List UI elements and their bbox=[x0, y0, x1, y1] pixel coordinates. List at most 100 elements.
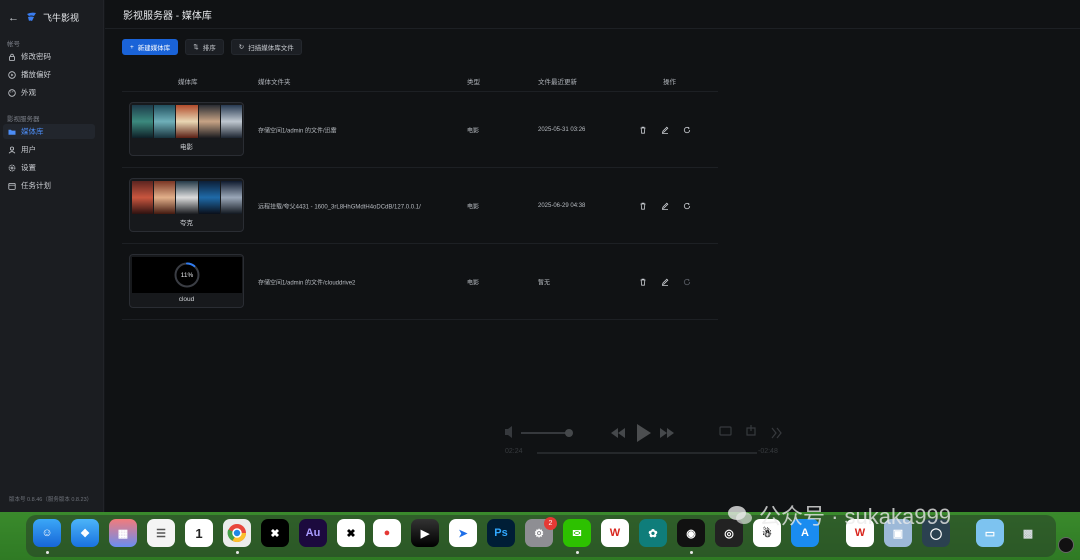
watermark-text: 公众号 · sukaka999 bbox=[759, 504, 951, 529]
trash-can-icon[interactable]: ▩ bbox=[1014, 519, 1042, 547]
trash-icon[interactable] bbox=[639, 126, 647, 134]
table-row[interactable]: 电影 存储空间1/admin 的文件/迅雷 电影 2025-05-31 03:2… bbox=[122, 92, 718, 168]
trash-icon[interactable] bbox=[639, 278, 647, 286]
scan-library-button[interactable]: ↻ 扫描媒体库文件 bbox=[230, 39, 302, 55]
brand-name: 飞牛影视 bbox=[43, 13, 80, 23]
library-name: 夸克 bbox=[180, 220, 193, 227]
scan-label: 扫描媒体库文件 bbox=[248, 45, 294, 52]
sidebar-item-media-library[interactable]: 媒体库 bbox=[3, 124, 95, 139]
finder-icon[interactable]: ☺ bbox=[33, 519, 61, 547]
section-label-server: 影视服务器 bbox=[7, 116, 40, 123]
column-header-library: 媒体库 bbox=[178, 79, 198, 86]
calendar-icon bbox=[8, 182, 16, 190]
page-title: 影视服务器 - 媒体库 bbox=[123, 11, 212, 22]
user-icon bbox=[8, 146, 16, 154]
library-posters bbox=[132, 105, 243, 138]
calendar-app-icon[interactable]: 1 bbox=[185, 519, 213, 547]
gear-icon bbox=[8, 164, 16, 172]
poster-image bbox=[220, 181, 243, 214]
running-indicator bbox=[690, 551, 693, 554]
photoshop-icon[interactable]: Ps bbox=[487, 519, 515, 547]
sidebar-item-label: 媒体库 bbox=[21, 127, 44, 136]
sidebar-item-tasks[interactable]: 任务计划 bbox=[3, 178, 95, 193]
media-player-overlay: 02:24 -02:48 bbox=[497, 417, 789, 467]
trash-icon[interactable] bbox=[639, 202, 647, 210]
apple-app-icon[interactable]: ● bbox=[373, 519, 401, 547]
wps-icon[interactable]: W bbox=[601, 519, 629, 547]
screen-capture-icon[interactable] bbox=[1058, 537, 1074, 553]
sidebar-item-users[interactable]: 用户 bbox=[3, 142, 95, 157]
table-row[interactable]: 夸克 远程挂载/夸父4431 - 1600_3rL8HhGMdtH4oDCdB/… bbox=[122, 168, 718, 244]
library-updated: 2025-05-31 03:26 bbox=[538, 126, 586, 133]
library-name: cloud bbox=[178, 296, 195, 303]
progress-percent: 11% bbox=[180, 271, 194, 279]
player-controls bbox=[505, 424, 782, 442]
final-cut-icon[interactable]: ▶ bbox=[411, 519, 439, 547]
library-card[interactable]: 11% cloud bbox=[129, 254, 244, 308]
table-row[interactable]: 11% cloud 存储空间1/admin 的文件/clouddrive2 电影… bbox=[122, 244, 718, 320]
refresh-icon[interactable] bbox=[683, 202, 691, 210]
row-actions bbox=[639, 126, 691, 134]
edit-icon[interactable] bbox=[661, 278, 669, 286]
running-indicator bbox=[46, 551, 49, 554]
sidebar-item-playback[interactable]: 播放偏好 bbox=[3, 67, 95, 82]
library-updated: 暂无 bbox=[538, 280, 551, 286]
new-library-label: 新建媒体库 bbox=[137, 45, 171, 52]
back-arrow-icon[interactable]: ← bbox=[8, 12, 20, 24]
column-header-actions: 操作 bbox=[663, 79, 676, 86]
browser-icon[interactable]: ➤ bbox=[449, 519, 477, 547]
reminders-icon[interactable]: ☰ bbox=[147, 519, 175, 547]
sidebar-item-change-password[interactable]: 修改密码 bbox=[3, 49, 95, 64]
edit-icon[interactable] bbox=[661, 202, 669, 210]
sidebar: ← 飞牛影视 帐号 修改密码 播放偏好 外观 影视服务器 媒体库 用户 设置 任… bbox=[0, 0, 104, 512]
poster-image bbox=[132, 105, 154, 138]
downloads-folder-icon[interactable]: ▭ bbox=[976, 519, 1004, 547]
sidebar-item-appearance[interactable]: 外观 bbox=[3, 85, 95, 100]
sort-button[interactable]: ⇅ 排序 bbox=[185, 39, 224, 55]
sidebar-item-label: 外观 bbox=[21, 88, 36, 97]
sidebar-item-settings[interactable]: 设置 bbox=[3, 160, 95, 175]
main-panel: 影视服务器 - 媒体库 + 新建媒体库 ⇅ 排序 ↻ 扫描媒体库文件 媒体库 媒… bbox=[105, 0, 1080, 512]
plus-icon: + bbox=[130, 43, 134, 51]
sort-icon: ⇅ bbox=[193, 44, 199, 51]
safari-icon[interactable]: ❖ bbox=[71, 519, 99, 547]
version-text: 版本号 0.8.46（服务版本 0.8.23） bbox=[9, 497, 93, 503]
library-type: 电影 bbox=[467, 204, 480, 210]
sort-label: 排序 bbox=[202, 45, 216, 52]
poster-image bbox=[132, 181, 154, 214]
video-recorder-icon[interactable]: ◉ bbox=[677, 519, 705, 547]
player-progress-bar[interactable] bbox=[537, 452, 757, 454]
refresh-icon[interactable] bbox=[683, 126, 691, 134]
new-library-button[interactable]: + 新建媒体库 bbox=[122, 39, 179, 55]
wechat-icon[interactable]: ✉ bbox=[563, 519, 591, 547]
edit-icon[interactable] bbox=[661, 126, 669, 134]
sidebar-item-label: 修改密码 bbox=[21, 52, 51, 61]
sidebar-item-label: 播放偏好 bbox=[21, 70, 51, 79]
lock-icon bbox=[8, 53, 16, 61]
library-card[interactable]: 夸克 bbox=[129, 178, 244, 232]
player-time-elapsed: 02:24 bbox=[505, 448, 523, 455]
poster-image bbox=[220, 105, 243, 138]
app-settings-icon[interactable]: ✿ bbox=[639, 519, 667, 547]
library-folder: 存储空间1/admin 的文件/迅雷 bbox=[258, 128, 337, 134]
library-folder: 存储空间1/admin 的文件/clouddrive2 bbox=[258, 280, 356, 286]
audition-icon[interactable]: Au bbox=[299, 519, 327, 547]
library-card[interactable]: 电影 bbox=[129, 102, 244, 156]
launchpad-icon[interactable]: ▦ bbox=[109, 519, 137, 547]
capcut-icon[interactable]: ✖ bbox=[261, 519, 289, 547]
play-circle-icon bbox=[8, 70, 16, 79]
chrome-icon[interactable] bbox=[223, 519, 251, 547]
column-header-updated: 文件最近更新 bbox=[538, 79, 577, 86]
capcut-alt-icon[interactable]: ✖ bbox=[337, 519, 365, 547]
library-posters bbox=[132, 181, 243, 214]
toolbar: + 新建媒体库 ⇅ 排序 ↻ 扫描媒体库文件 bbox=[122, 39, 302, 55]
sidebar-item-label: 任务计划 bbox=[21, 181, 51, 190]
column-header-type: 类型 bbox=[467, 79, 480, 86]
wechat-watermark: 公众号 · sukaka999 bbox=[727, 499, 951, 531]
folder-icon bbox=[8, 128, 16, 136]
sidebar-item-label: 用户 bbox=[21, 145, 36, 154]
refresh-icon: ↻ bbox=[238, 44, 245, 51]
poster-image bbox=[176, 181, 198, 214]
sidebar-item-label: 设置 bbox=[21, 163, 36, 172]
header-divider bbox=[105, 28, 1080, 29]
